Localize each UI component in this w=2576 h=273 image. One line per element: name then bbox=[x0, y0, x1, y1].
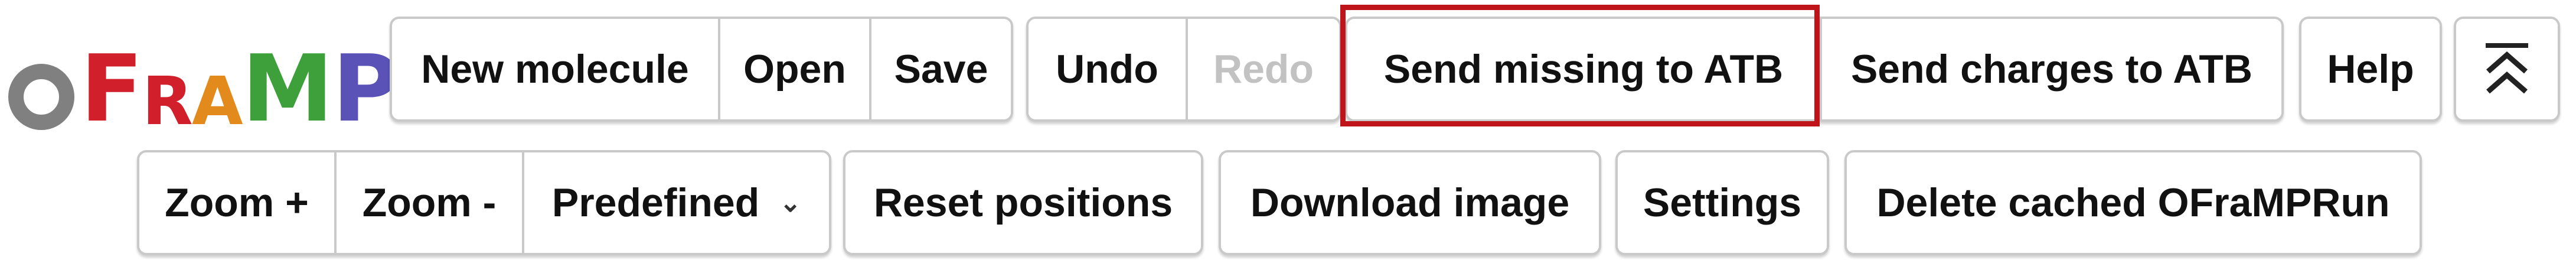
redo-button: Redo bbox=[1186, 19, 1339, 119]
chevron-down-icon: ⌄ bbox=[779, 188, 802, 217]
logo-letter-f: F bbox=[80, 35, 143, 142]
zoom-in-button[interactable]: Zoom + bbox=[139, 152, 334, 253]
send-charges-to-atb-button[interactable]: Send charges to ATB bbox=[1820, 19, 2281, 119]
logo-letter-a: A bbox=[191, 63, 243, 140]
settings-group: Settings bbox=[1615, 150, 1829, 255]
save-button[interactable]: Save bbox=[869, 19, 1011, 119]
download-image-button[interactable]: Download image bbox=[1221, 152, 1599, 253]
logo-ring-o bbox=[8, 64, 74, 130]
zoom-button-group: Zoom + Zoom - Predefined ⌄ bbox=[137, 150, 831, 255]
logo-letter-m: M bbox=[241, 35, 334, 142]
help-button[interactable]: Help bbox=[2301, 19, 2440, 119]
undo-button[interactable]: Undo bbox=[1029, 19, 1186, 119]
settings-button[interactable]: Settings bbox=[1618, 152, 1827, 253]
collapse-toolbar-button[interactable] bbox=[2456, 19, 2558, 119]
reset-positions-group: Reset positions bbox=[843, 150, 1203, 255]
delete-cached-oframprun-button[interactable]: Delete cached OFraMPRun bbox=[1847, 152, 2420, 253]
delete-cached-group: Delete cached OFraMPRun bbox=[1844, 150, 2422, 255]
logo-letter-p: P bbox=[332, 35, 400, 142]
double-chevron-up-icon bbox=[2486, 43, 2528, 94]
new-molecule-button[interactable]: New molecule bbox=[392, 19, 718, 119]
send-missing-to-atb-button[interactable]: Send missing to ATB bbox=[1347, 19, 1820, 119]
atb-button-group: Send missing to ATB Send charges to ATB bbox=[1345, 17, 2284, 122]
help-button-group: Help bbox=[2299, 17, 2442, 122]
collapse-button-group bbox=[2454, 17, 2560, 122]
history-button-group: Undo Redo bbox=[1026, 17, 1341, 122]
zoom-out-button[interactable]: Zoom - bbox=[334, 152, 522, 253]
logo-letter-r: R bbox=[142, 63, 193, 140]
oframp-logo: F R A M P bbox=[8, 28, 400, 142]
predefined-select-label: Predefined bbox=[551, 180, 760, 225]
reset-positions-button[interactable]: Reset positions bbox=[845, 152, 1201, 253]
predefined-select[interactable]: Predefined ⌄ bbox=[522, 152, 829, 253]
file-button-group: New molecule Open Save bbox=[390, 17, 1013, 122]
open-button[interactable]: Open bbox=[718, 19, 869, 119]
download-image-group: Download image bbox=[1219, 150, 1601, 255]
